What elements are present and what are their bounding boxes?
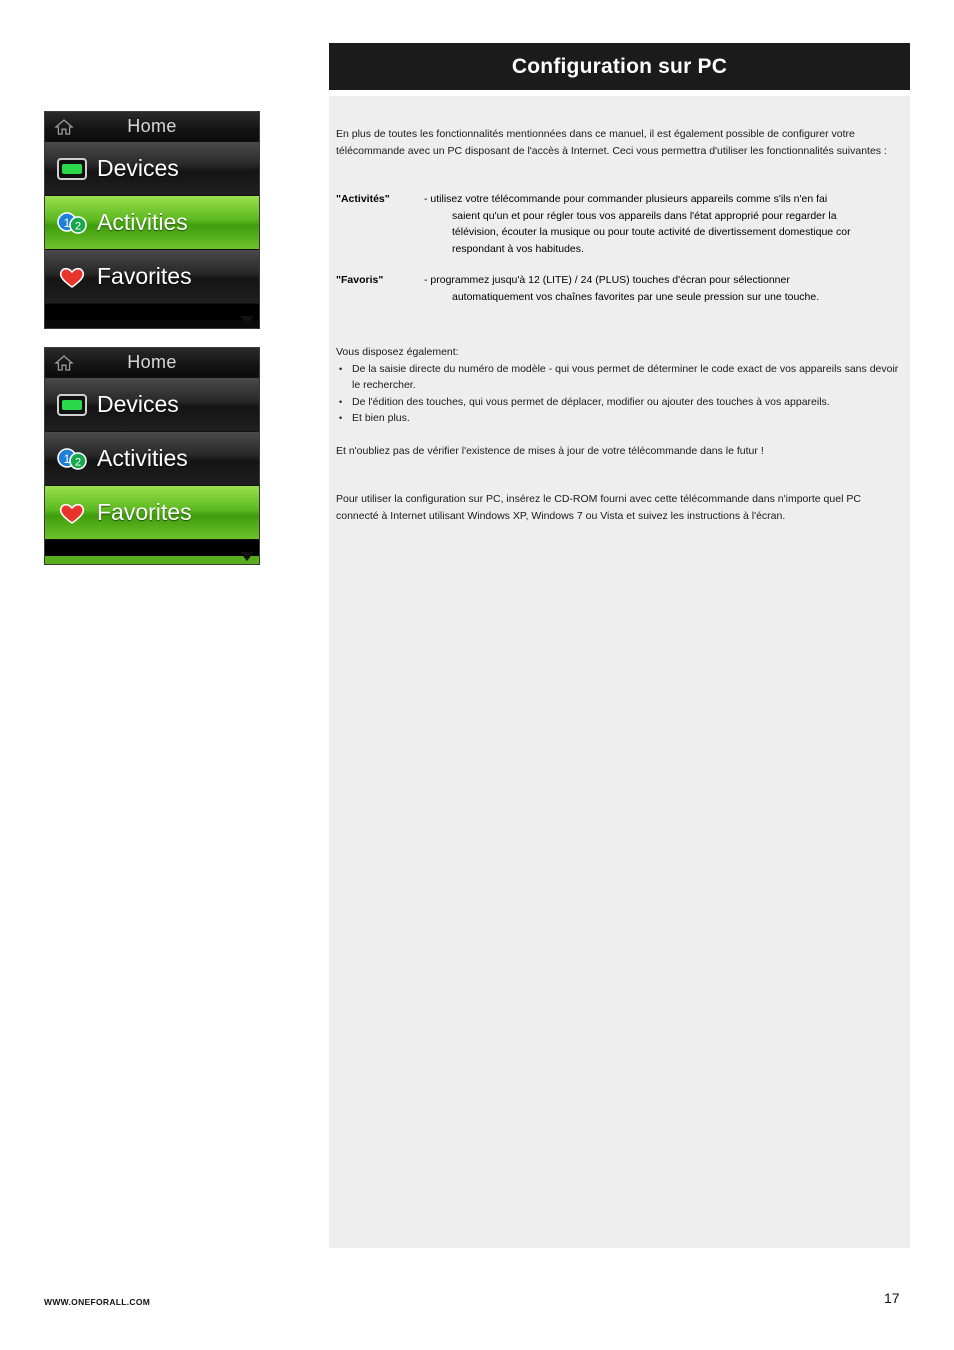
screen-row-label: Activities	[97, 209, 188, 235]
screen-row-favorites[interactable]: Favorites	[45, 486, 259, 540]
screen-home-bar: Home	[45, 348, 259, 378]
screen-row-label: Favorites	[97, 263, 192, 289]
definition-description: - programmez jusqu'à 12 (LITE) / 24 (PLU…	[424, 272, 904, 305]
heart-icon	[55, 262, 89, 292]
definition-description: - utilisez votre télécommande pour comma…	[424, 191, 904, 257]
reminder-paragraph: Et n'oubliez pas de vérifier l'existence…	[336, 444, 764, 457]
screen-row-devices[interactable]: Devices	[45, 142, 259, 196]
footer-url[interactable]: WWW.ONEFORALL.COM	[44, 1297, 150, 1307]
page-header: Configuration sur PC	[329, 43, 910, 90]
home-icon	[54, 353, 74, 378]
home-label: Home	[127, 352, 177, 372]
remote-screen-activities: Home Devices 1 2 Activities Favorites	[44, 111, 260, 329]
screen-home-bar: Home	[45, 112, 259, 142]
home-label: Home	[127, 116, 177, 136]
screen-row-favorites[interactable]: Favorites	[45, 250, 259, 304]
chevron-down-icon[interactable]	[240, 316, 254, 325]
svg-text:2: 2	[75, 220, 81, 232]
page-number: 17	[884, 1290, 900, 1306]
closing-paragraph: Pour utiliser la configuration sur PC, i…	[336, 493, 861, 522]
screen-row-label: Favorites	[97, 499, 192, 525]
device-screen-icon	[55, 154, 89, 184]
device-screen-icon	[55, 390, 89, 420]
definition-activites: "Activités" - utilisez votre télécommand…	[336, 191, 904, 257]
definition-favoris: "Favoris" - programmez jusqu'à 12 (LITE)…	[336, 272, 904, 305]
screen-row-label: Devices	[97, 155, 179, 181]
svg-text:2: 2	[75, 456, 81, 468]
feature-bullet-list: De la saisie directe du numéro de modèle…	[336, 361, 904, 427]
page-title: Configuration sur PC	[511, 54, 728, 78]
definition-line-2: saient qu'un et pour régler tous vos app…	[452, 209, 837, 222]
activities-icon: 1 2	[55, 444, 89, 474]
home-icon	[54, 117, 74, 142]
definition-line-1: - programmez jusqu'à 12 (LITE) / 24 (PLU…	[424, 274, 790, 286]
also-intro: Vous disposez également:	[336, 346, 459, 358]
definition-line-2: automatiquement vos chaînes favorites pa…	[452, 290, 820, 303]
screen-row-activities[interactable]: 1 2 Activities	[45, 196, 259, 250]
list-item: Et bien plus.	[336, 410, 904, 427]
screen-row-activities[interactable]: 1 2 Activities	[45, 432, 259, 486]
chevron-down-icon[interactable]	[240, 552, 254, 561]
screen-row-label: Activities	[97, 445, 188, 471]
content-panel: En plus de toutes les fonctionnalités me…	[329, 96, 910, 1248]
list-item: De l'édition des touches, qui vous perme…	[336, 394, 904, 411]
screen-row-devices[interactable]: Devices	[45, 378, 259, 432]
remote-screen-favorites: Home Devices 1 2 Activities Favorites	[44, 347, 260, 565]
activities-icon: 1 2	[55, 208, 89, 238]
intro-paragraph: En plus de toutes les fonctionnalités me…	[336, 128, 887, 157]
heart-icon	[55, 498, 89, 528]
definition-term: "Activités"	[336, 193, 390, 205]
definition-line-1: - utilisez votre télécommande pour comma…	[424, 193, 828, 205]
definition-line-3: télévision, écouter la musique ou pour t…	[452, 226, 851, 238]
screen-bottom-strip	[45, 320, 259, 328]
screen-bottom-strip	[45, 556, 259, 564]
screen-row-label: Devices	[97, 391, 179, 417]
definition-term: "Favoris"	[336, 274, 384, 286]
definition-line-4: respondant à vos habitudes.	[452, 242, 584, 255]
secondary-section: Vous disposez également: De la saisie di…	[336, 344, 904, 524]
list-item: De la saisie directe du numéro de modèle…	[336, 361, 904, 394]
